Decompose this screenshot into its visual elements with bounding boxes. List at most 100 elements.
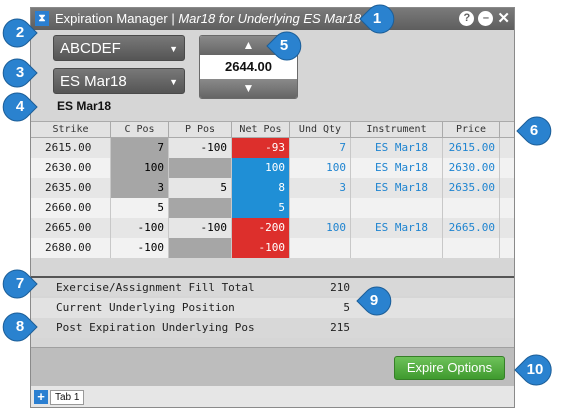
close-icon[interactable]: ✕ <box>497 11 510 26</box>
cell-cpos: 100 <box>111 158 169 178</box>
callout-6-number: 6 <box>529 122 539 139</box>
cell-net: -200 <box>232 218 290 238</box>
post-expiration-label: Post Expiration Underlying Pos <box>56 321 255 334</box>
callout-7: 7 <box>2 268 38 300</box>
table-header: Strike C Pos P Pos Net Pos Und Qty Instrument… <box>31 121 514 138</box>
callout-4: 4 <box>2 91 38 123</box>
callout-2-number: 2 <box>15 24 25 41</box>
row-filler <box>500 198 514 218</box>
cell-strike: 2665.00 <box>31 218 111 238</box>
window-controls: ? – ✕ <box>459 11 510 26</box>
row-filler <box>500 238 514 258</box>
cell-ppos <box>169 238 232 258</box>
title-main: Expiration Manager <box>55 11 168 26</box>
callout-10-number: 10 <box>526 361 544 378</box>
tab-1[interactable]: Tab 1 <box>50 390 85 405</box>
account-dropdown[interactable]: ABCDEF ▼ <box>53 35 185 61</box>
cell-ppos <box>169 198 232 218</box>
cell-price: 2630.00 <box>443 158 500 178</box>
cell-strike: 2630.00 <box>31 158 111 178</box>
current-position-label: Current Underlying Position <box>56 301 235 314</box>
current-position-value: 5 <box>343 301 350 314</box>
post-expiration-row: Post Expiration Underlying Pos 215 <box>31 318 514 338</box>
expiration-manager-window: ⧗ Expiration Manager | Mar18 for Underly… <box>30 7 515 408</box>
positions-table: Strike C Pos P Pos Net Pos Und Qty Instrument… <box>31 121 514 258</box>
cell-inst: ES Mar18 <box>351 138 443 158</box>
help-icon[interactable]: ? <box>459 11 475 26</box>
tab-bar: + Tab 1 <box>31 386 514 407</box>
cell-net: -93 <box>232 138 290 158</box>
cell-cpos: -100 <box>111 238 169 258</box>
cell-net: 100 <box>232 158 290 178</box>
callout-3-number: 3 <box>15 64 25 81</box>
current-position-row: Current Underlying Position 5 <box>31 298 514 318</box>
cell-und: 7 <box>290 138 351 158</box>
callout-9: 9 <box>356 285 392 317</box>
price-down-button[interactable]: ▼ <box>200 79 297 98</box>
chevron-down-icon: ▼ <box>169 44 178 54</box>
callout-1-number: 1 <box>372 10 382 27</box>
table-row[interactable]: 2660.00 5 5 <box>31 198 514 218</box>
underlying-value: ES Mar18 <box>60 73 127 90</box>
cell-cpos: -100 <box>111 218 169 238</box>
cell-inst <box>351 238 443 258</box>
callout-2: 2 <box>2 17 38 49</box>
cell-price: 2615.00 <box>443 138 500 158</box>
column-header[interactable]: Price <box>443 122 500 137</box>
column-header[interactable]: P Pos <box>169 122 232 137</box>
cell-und: 100 <box>290 158 351 178</box>
footer-bar: Expire Options <box>31 347 514 386</box>
column-header[interactable]: C Pos <box>111 122 169 137</box>
expire-options-button[interactable]: Expire Options <box>394 356 505 380</box>
cell-und <box>290 198 351 218</box>
callout-9-number: 9 <box>369 292 379 309</box>
chevron-down-icon: ▼ <box>169 77 178 87</box>
post-expiration-value: 215 <box>330 321 350 334</box>
cell-price <box>443 238 500 258</box>
window-title: Expiration Manager | Mar18 for Underlyin… <box>55 11 361 26</box>
callout-5-number: 5 <box>279 37 289 54</box>
cell-ppos <box>169 158 232 178</box>
cell-price: 2635.00 <box>443 178 500 198</box>
column-header[interactable]: Net Pos <box>232 122 290 137</box>
row-filler <box>500 138 514 158</box>
cell-und <box>290 238 351 258</box>
column-header[interactable]: Und Qty <box>290 122 351 137</box>
minimize-icon[interactable]: – <box>478 11 494 26</box>
cell-strike: 2660.00 <box>31 198 111 218</box>
cell-price: 2665.00 <box>443 218 500 238</box>
title-detail: Mar18 for Underlying ES Mar18 <box>178 11 362 26</box>
row-filler <box>500 178 514 198</box>
cell-ppos: -100 <box>169 218 232 238</box>
cell-price <box>443 198 500 218</box>
callout-8: 8 <box>2 311 38 343</box>
cell-inst: ES Mar18 <box>351 158 443 178</box>
fill-total-label: Exercise/Assignment Fill Total <box>56 281 255 294</box>
cell-und: 100 <box>290 218 351 238</box>
fill-total-value: 210 <box>330 281 350 294</box>
table-row[interactable]: 2665.00 -100 -100 -200 100 ES Mar18 2665.00 <box>31 218 514 238</box>
cell-und: 3 <box>290 178 351 198</box>
cell-inst: ES Mar18 <box>351 218 443 238</box>
column-header[interactable]: Instrument <box>351 122 443 137</box>
callout-8-number: 8 <box>15 318 25 335</box>
table-row[interactable]: 2680.00 -100 -100 <box>31 238 514 258</box>
callout-1: 1 <box>359 3 395 35</box>
table-row[interactable]: 2630.00 100 100 100 ES Mar18 2630.00 <box>31 158 514 178</box>
underlying-dropdown[interactable]: ES Mar18 ▼ <box>53 68 185 94</box>
callout-6: 6 <box>516 115 552 147</box>
cell-net: 5 <box>232 198 290 218</box>
cell-cpos: 3 <box>111 178 169 198</box>
cell-net: 8 <box>232 178 290 198</box>
cell-strike: 2680.00 <box>31 238 111 258</box>
account-value: ABCDEF <box>60 40 121 57</box>
callout-5: 5 <box>266 30 302 62</box>
column-header[interactable]: Strike <box>31 122 111 137</box>
table-row[interactable]: 2635.00 3 5 8 3 ES Mar18 2635.00 <box>31 178 514 198</box>
fill-total-row: Exercise/Assignment Fill Total 210 <box>31 276 514 296</box>
add-tab-icon[interactable]: + <box>34 390 48 404</box>
callout-3: 3 <box>2 57 38 89</box>
title-bar: ⧗ Expiration Manager | Mar18 for Underly… <box>31 8 514 30</box>
cell-strike: 2615.00 <box>31 138 111 158</box>
table-row[interactable]: 2615.00 7 -100 -93 7 ES Mar18 2615.00 <box>31 138 514 158</box>
